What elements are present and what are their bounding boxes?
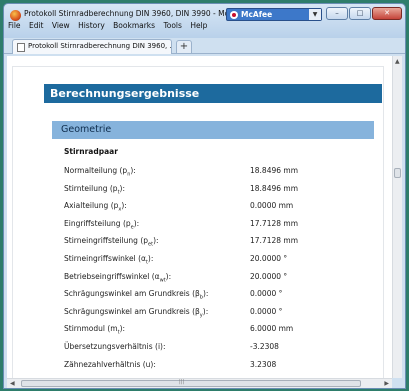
row-label-suffix: ):	[202, 306, 209, 316]
row-label-text: Axialteilung (p	[64, 201, 119, 211]
table-row: Stirnmodul (mt): 6.0000 mm	[64, 324, 359, 341]
row-label-suffix: ):	[153, 236, 159, 246]
row-label-text: Stirnmodul (m	[64, 324, 118, 334]
row-value: 17.7128 mm	[250, 236, 299, 246]
row-label-text: Eingriffsteilung (p	[64, 218, 131, 228]
table-row: Schrägungswinkel am Grundkreis (βb): 0.00…	[64, 289, 359, 306]
title-bar: Protokoll Stirnradberechnung DIN 3960, D…	[4, 4, 405, 38]
table-row: Übersetzungsverhältnis (i): -3.2308	[64, 342, 359, 359]
menu-file[interactable]: File	[8, 21, 21, 30]
table-row: Normalteilung (pn): 18.8496 mm	[64, 166, 359, 183]
row-label: Axialteilung (px):	[64, 201, 127, 213]
table-row: Schrägungswinkel am Grundkreis (βy): 0.00…	[64, 307, 359, 324]
row-label-suffix: ):	[147, 254, 154, 263]
page-icon	[17, 43, 25, 52]
row-label-text: Stirneingriffsteilung (p	[64, 236, 149, 246]
row-value: 0.0000 °	[250, 289, 283, 299]
vertical-scrollbar[interactable]: ▲	[392, 56, 402, 378]
tab-label: Protokoll Stirnradberechnung DIN 3960, .…	[28, 42, 172, 50]
scroll-left-icon[interactable]: ◀	[10, 380, 15, 387]
menu-view[interactable]: View	[52, 21, 70, 30]
page-viewport: Berechnungsergebnisse Geometrie Stirnrad…	[7, 56, 392, 378]
row-label-suffix: ):	[202, 289, 209, 299]
row-label-text: Stirneingriffswinkel (α	[64, 254, 146, 263]
row-label: Normalteilung (pn):	[64, 166, 136, 178]
row-label-suffix: ):	[133, 218, 140, 228]
row-label: Stirneingriffswinkel (αt):	[64, 254, 153, 266]
row-label: Stirneingriffsteilung (pet):	[64, 236, 159, 248]
row-label: Stirnmodul (mt):	[64, 324, 125, 336]
scroll-right-icon[interactable]: ▶	[384, 380, 389, 387]
row-label: Schrägungswinkel am Grundkreis (βb):	[64, 289, 208, 301]
mcafee-label: McAfee	[241, 10, 273, 19]
page-title: Berechnungsergebnisse	[44, 84, 382, 103]
menu-bookmarks[interactable]: Bookmarks	[113, 21, 155, 30]
row-label-text: Stirnteilung (p	[64, 183, 118, 193]
row-value: 3.2308	[250, 359, 277, 369]
horizontal-scroll-thumb[interactable]	[21, 380, 361, 387]
row-label-suffix: ):	[121, 201, 127, 211]
row-value: 0.0000 °	[250, 306, 283, 316]
menu-history[interactable]: History	[78, 21, 105, 30]
table-row: Stirnteilung (pt): 18.8496 mm	[64, 184, 359, 201]
row-label-text: Normalteilung (p	[64, 166, 128, 175]
mcafee-icon	[230, 11, 238, 19]
row-value: 20.0000 °	[250, 254, 288, 263]
browser-window: Protokoll Stirnradberechnung DIN 3960, D…	[3, 3, 406, 389]
row-value: 18.8496 mm	[250, 166, 299, 175]
row-label-text: Übersetzungsverhältnis (i):	[64, 342, 166, 351]
scroll-grip-icon: |||	[179, 379, 185, 385]
row-label-text: Schrägungswinkel am Grundkreis (β	[64, 289, 200, 299]
minimize-button[interactable]: –	[326, 7, 348, 20]
table-row: Stirneingriffswinkel (αt): 20.0000 °	[64, 254, 359, 271]
table-row: Betriebseingriffswinkel (αwt): 20.0000 °	[64, 272, 359, 289]
row-value: 6.0000 mm	[250, 324, 294, 334]
row-label: Schrägungswinkel am Grundkreis (βy):	[64, 307, 208, 319]
scroll-up-icon[interactable]: ▲	[395, 58, 400, 65]
menu-bar: File Edit View History Bookmarks Tools H…	[8, 21, 213, 30]
row-value: 18.8496 mm	[250, 183, 299, 193]
close-button[interactable]: ✕	[372, 7, 402, 20]
row-label-text: Betriebseingriffswinkel (α	[64, 271, 160, 281]
section-header: Geometrie	[52, 121, 374, 139]
table-row: Zähnezahlverhältnis (u): 3.2308	[64, 360, 359, 377]
horizontal-scrollbar[interactable]: ◀ ||| ▶	[7, 378, 392, 388]
chevron-down-icon[interactable]: ▼	[309, 9, 321, 20]
firefox-icon	[10, 10, 21, 21]
mcafee-button[interactable]: McAfee ▼	[226, 8, 322, 21]
row-label: Betriebseingriffswinkel (αwt):	[64, 272, 171, 284]
row-label-suffix: ):	[119, 324, 126, 334]
menu-tools[interactable]: Tools	[163, 21, 181, 30]
row-value: 0.0000 mm	[250, 201, 294, 211]
row-label-text: Schrägungswinkel am Grundkreis (β	[64, 306, 200, 316]
row-value: 20.0000 °	[250, 271, 288, 281]
maximize-button[interactable]: □	[349, 7, 371, 20]
new-tab-button[interactable]: +	[176, 40, 192, 54]
table-row: Axialteilung (px): 0.0000 mm	[64, 201, 359, 218]
row-label: Eingriffsteilung (pe):	[64, 219, 139, 231]
row-label: Zähnezahlverhältnis (u):	[64, 360, 156, 369]
tab-protokoll[interactable]: Protokoll Stirnradberechnung DIN 3960, .…	[12, 39, 172, 54]
row-label-suffix: ):	[165, 271, 172, 281]
row-value: -3.2308	[250, 342, 279, 351]
table-row: Stirneingriffsteilung (pet): 17.7128 mm	[64, 236, 359, 253]
table-row: Eingriffsteilung (pe): 17.7128 mm	[64, 219, 359, 236]
vertical-scroll-thumb[interactable]	[394, 168, 401, 178]
row-label: Übersetzungsverhältnis (i):	[64, 342, 166, 351]
subsection-title: Stirnradpaar	[64, 147, 118, 156]
tab-strip: Protokoll Stirnradberechnung DIN 3960, .…	[4, 38, 405, 54]
row-value: 17.7128 mm	[250, 218, 299, 228]
menu-edit[interactable]: Edit	[29, 21, 44, 30]
row-label-suffix: ):	[130, 166, 136, 175]
row-label-suffix: ):	[119, 183, 125, 193]
menu-help[interactable]: Help	[190, 21, 207, 30]
row-label-text: Zähnezahlverhältnis (u):	[64, 359, 156, 369]
row-label: Stirnteilung (pt):	[64, 184, 125, 196]
